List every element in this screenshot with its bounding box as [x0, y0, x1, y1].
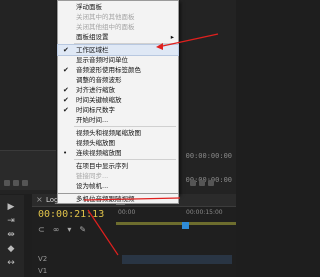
panel-context-menu: 浮动面板 关闭其中的其他面板 关闭其他组中的面板 面板组设置 ▸ ✔ 工作区域栏…	[57, 0, 179, 194]
close-icon[interactable]: ×	[36, 195, 43, 204]
menu-item-work-area-bar[interactable]: ✔ 工作区域栏	[57, 44, 179, 56]
slip-tool-icon[interactable]: ↔	[4, 257, 18, 269]
menu-item-panel-group-settings[interactable]: 面板组设置 ▸	[58, 32, 178, 42]
menu-item-sync-lock[interactable]: 链接同步...	[58, 171, 178, 181]
menu-item-float-panel[interactable]: 浮动面板	[58, 2, 178, 12]
playhead-icon[interactable]	[182, 222, 189, 229]
menu-item-time-ruler-numbers[interactable]: ✔ 时间标尺数字	[58, 105, 178, 115]
menu-item-show-audio-time-units[interactable]: 显示音频时间单位	[58, 55, 178, 65]
timeline-panel: × Logo version ≡ 00:00:21:13 00:00 00:00…	[32, 194, 236, 277]
play-button[interactable]	[190, 180, 196, 186]
menu-item-label: 显示音频时间单位	[76, 56, 128, 64]
program-monitor-panel: 00:00:00:00 00:00:00:00	[180, 0, 236, 194]
program-transport-controls	[190, 180, 214, 186]
menu-item-label: 视频头缩放图	[76, 139, 115, 147]
menu-item-label: 关闭其中的其他面板	[76, 13, 135, 21]
checkmark-icon: ✔	[63, 46, 69, 54]
checkmark-icon: ✔	[63, 66, 69, 74]
menu-item-start-time[interactable]: 开始时间...	[58, 115, 178, 125]
track-v2: V2	[38, 254, 238, 265]
program-timecode: 00:00:00:00	[185, 152, 232, 160]
track-label: V1	[38, 267, 48, 275]
track-label: V2	[38, 255, 48, 263]
selection-tool-icon[interactable]: ▶	[4, 201, 18, 213]
menu-item-close-others-in-frame[interactable]: 关闭其中的其他面板	[58, 12, 178, 22]
menu-item-label: 链接同步...	[76, 172, 109, 180]
track-v1: V1	[38, 266, 238, 277]
add-marker-icon[interactable]: ▾	[67, 225, 71, 234]
menu-item-label: 设为帧机...	[76, 182, 109, 190]
ripple-edit-tool-icon[interactable]: ⇹	[4, 229, 18, 241]
menu-item-continuous-thumbnails[interactable]: • 连续视频缩放图	[58, 148, 178, 158]
menu-item-close-others-in-group[interactable]: 关闭其他组中的面板	[58, 22, 178, 32]
menu-item-audio-waveform-label-color[interactable]: ✔ 音频波形使用标签颜色	[58, 65, 178, 75]
step-button[interactable]	[208, 180, 214, 186]
time-ruler[interactable]: 00:00 00:00:15:00	[116, 209, 236, 223]
menu-item-label: 音频波形使用标签颜色	[76, 66, 141, 74]
menu-item-multicam-audio-follows-video[interactable]: 多机位音频跟随视频	[57, 194, 179, 204]
menu-item-label: 调整的音频波形	[76, 76, 122, 84]
radio-dot-icon: •	[63, 149, 68, 157]
work-area-bar[interactable]	[116, 222, 236, 225]
menu-item-label: 开始时间...	[76, 116, 109, 124]
menu-item-label: 对齐进行缩放	[76, 86, 115, 94]
tools-panel: ▶ ⇥ ⇹ ◆ ↔	[0, 195, 24, 277]
menu-item-label: 时间标尺数字	[76, 106, 115, 114]
menu-item-rectified-waveforms[interactable]: 调整的音频波形	[58, 75, 178, 85]
menu-item-label: 关闭其他组中的面板	[76, 23, 135, 31]
checkmark-icon: ✔	[63, 86, 69, 94]
menu-item-label: 工作区域栏	[76, 46, 109, 54]
menu-separator	[74, 43, 176, 44]
step-button[interactable]	[13, 180, 19, 186]
menu-item-reveal-sequence-in-project[interactable]: 在项目中显示序列	[58, 161, 178, 171]
menu-item-set-frame[interactable]: 设为帧机...	[58, 181, 178, 191]
source-transport-controls	[4, 180, 28, 186]
menu-item-label: 面板组设置	[76, 33, 109, 41]
menu-item-label: 连续视频缩放图	[76, 149, 122, 157]
menu-item-label: 视频头和视频尾缩放图	[76, 129, 141, 137]
step-button[interactable]	[199, 180, 205, 186]
submenu-arrow-icon: ▸	[170, 33, 174, 41]
ruler-label: 00:00	[118, 209, 136, 216]
menu-item-head-thumbnails[interactable]: 视频头缩放图	[58, 138, 178, 148]
menu-item-label: 浮动面板	[76, 3, 102, 11]
menu-item-head-tail-thumbnails[interactable]: 视频头和视频尾缩放图	[58, 128, 178, 138]
source-monitor-panel	[0, 0, 56, 194]
playhead-timecode[interactable]: 00:00:21:13	[38, 209, 104, 220]
menu-item-label: 在项目中显示序列	[76, 162, 128, 170]
menu-item-keyframe-zoom[interactable]: ✔ 时间关键帧缩放	[58, 95, 178, 105]
clip[interactable]	[122, 255, 232, 264]
menu-separator	[74, 126, 176, 127]
menu-item-snap-zoom[interactable]: ✔ 对齐进行缩放	[58, 85, 178, 95]
checkmark-icon: ✔	[63, 106, 69, 114]
step-button[interactable]	[22, 180, 28, 186]
menu-item-label: 多机位音频跟随视频	[76, 195, 135, 203]
play-button[interactable]	[4, 180, 10, 186]
menu-item-label: 时间关键帧缩放	[76, 96, 122, 104]
timeline-toolbar: ⊂ ∞ ▾ ✎	[38, 225, 86, 234]
settings-icon[interactable]: ✎	[79, 225, 86, 234]
checkmark-icon: ✔	[63, 96, 69, 104]
snap-icon[interactable]: ⊂	[38, 225, 45, 234]
track-select-tool-icon[interactable]: ⇥	[4, 215, 18, 227]
ruler-label: 00:00:15:00	[186, 209, 223, 216]
linked-selection-icon[interactable]: ∞	[53, 225, 60, 234]
razor-tool-icon[interactable]: ◆	[4, 243, 18, 255]
menu-separator	[74, 159, 176, 160]
